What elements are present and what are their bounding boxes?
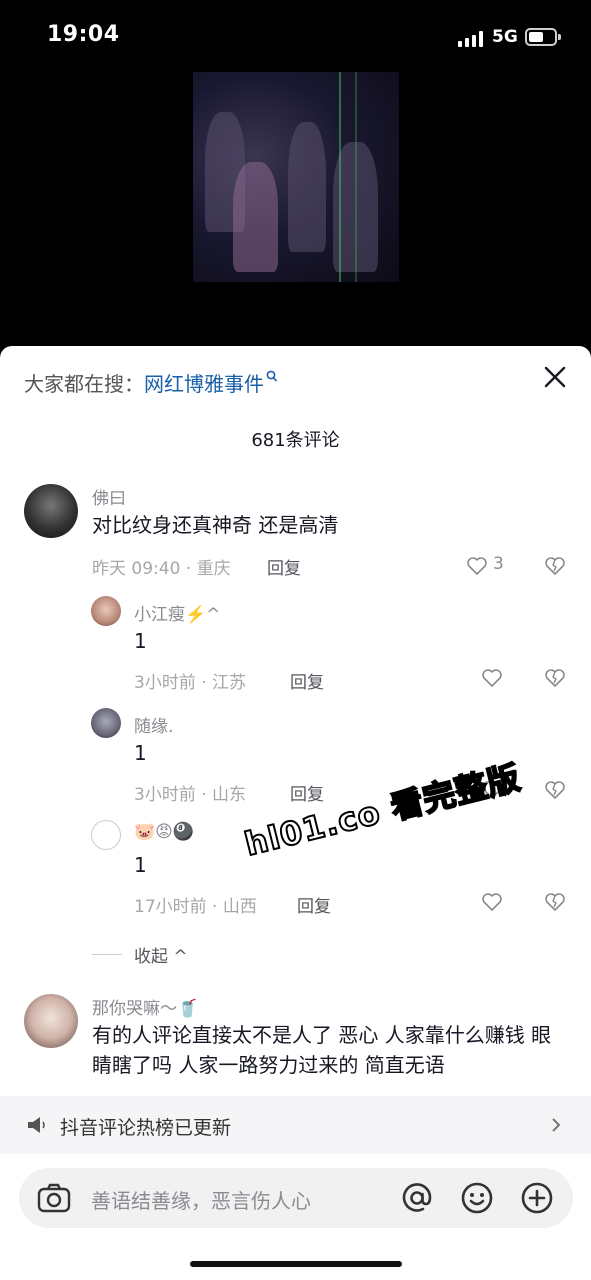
dislike-heart-icon[interactable] <box>544 892 566 912</box>
chevron-right-icon <box>552 1118 561 1132</box>
reply-button[interactable]: 回复 <box>267 554 301 579</box>
comment-username[interactable]: 那你哭嘛～🥤 <box>92 994 198 1019</box>
reply-text: 1 <box>134 629 147 653</box>
at-icon[interactable] <box>399 1180 435 1216</box>
reply-meta: 3小时前 · 山东 <box>134 785 247 805</box>
dislike-heart-icon[interactable] <box>544 668 566 688</box>
avatar[interactable] <box>91 820 121 850</box>
dislike-heart-icon[interactable] <box>544 556 566 576</box>
signal-icon <box>458 31 484 47</box>
home-indicator <box>190 1261 402 1267</box>
reply-meta: 3小时前 · 江苏 <box>134 673 247 693</box>
reply-meta: 17小时前 · 山西 <box>134 897 257 917</box>
network-label: 5G <box>492 27 518 47</box>
status-bar: 19:04 5G <box>0 0 591 80</box>
close-icon[interactable] <box>542 364 568 390</box>
heart-icon[interactable] <box>481 668 503 688</box>
avatar[interactable] <box>24 484 78 538</box>
search-keyword[interactable]: 网红博雅事件 <box>144 372 264 396</box>
heart-icon[interactable] <box>466 556 488 576</box>
comment-text: 有的人评论直接太不是人了 恶心 人家靠什么赚钱 眼睛瞎了吗 人家一路努力过来的 … <box>92 1023 552 1077</box>
search-icon <box>266 370 278 382</box>
heart-icon[interactable] <box>481 892 503 912</box>
comment-meta: 昨天 09:40 · 重庆 <box>92 559 231 579</box>
hot-list-banner[interactable]: 抖音评论热榜已更新 <box>0 1096 591 1154</box>
avatar[interactable] <box>91 596 121 626</box>
reply-username[interactable]: 随缘. <box>134 712 173 737</box>
battery-icon <box>525 28 561 46</box>
dislike-heart-icon[interactable] <box>544 780 566 800</box>
comment-input[interactable]: 善语结善缘，恶言伤人心 <box>91 1185 311 1214</box>
reply-text: 1 <box>134 741 147 765</box>
reply-text: 1 <box>134 853 147 877</box>
search-suggestion[interactable]: 大家都在搜：网红博雅事件 <box>24 368 278 397</box>
reply-button[interactable]: 回复 <box>290 668 324 693</box>
avatar[interactable] <box>91 708 121 738</box>
comment-input-bar[interactable]: 善语结善缘，恶言伤人心 <box>19 1168 573 1228</box>
hot-list-text: 抖音评论热榜已更新 <box>60 1117 232 1139</box>
reply-username[interactable]: 小江瘦⚡️^ <box>134 600 220 625</box>
avatar[interactable] <box>24 994 78 1048</box>
comment-text: 对比纹身还真神奇 还是高清 <box>92 513 339 537</box>
speaker-icon <box>28 1117 45 1133</box>
like-count: 3 <box>493 554 504 574</box>
emoji-icon[interactable] <box>459 1180 495 1216</box>
reply-button[interactable]: 回复 <box>297 892 331 917</box>
video-player[interactable] <box>193 72 399 282</box>
comment-username[interactable]: 佛曰 <box>92 484 126 509</box>
camera-icon[interactable] <box>37 1182 71 1214</box>
collapse-label: 收起 ^ <box>134 947 188 967</box>
plus-icon[interactable] <box>519 1180 555 1216</box>
search-prefix: 大家都在搜： <box>24 372 144 396</box>
comment-count: 681条评论 <box>251 430 340 451</box>
status-time: 19:04 <box>47 22 120 47</box>
reply-username[interactable]: 🐷😡🎱 <box>134 822 194 842</box>
